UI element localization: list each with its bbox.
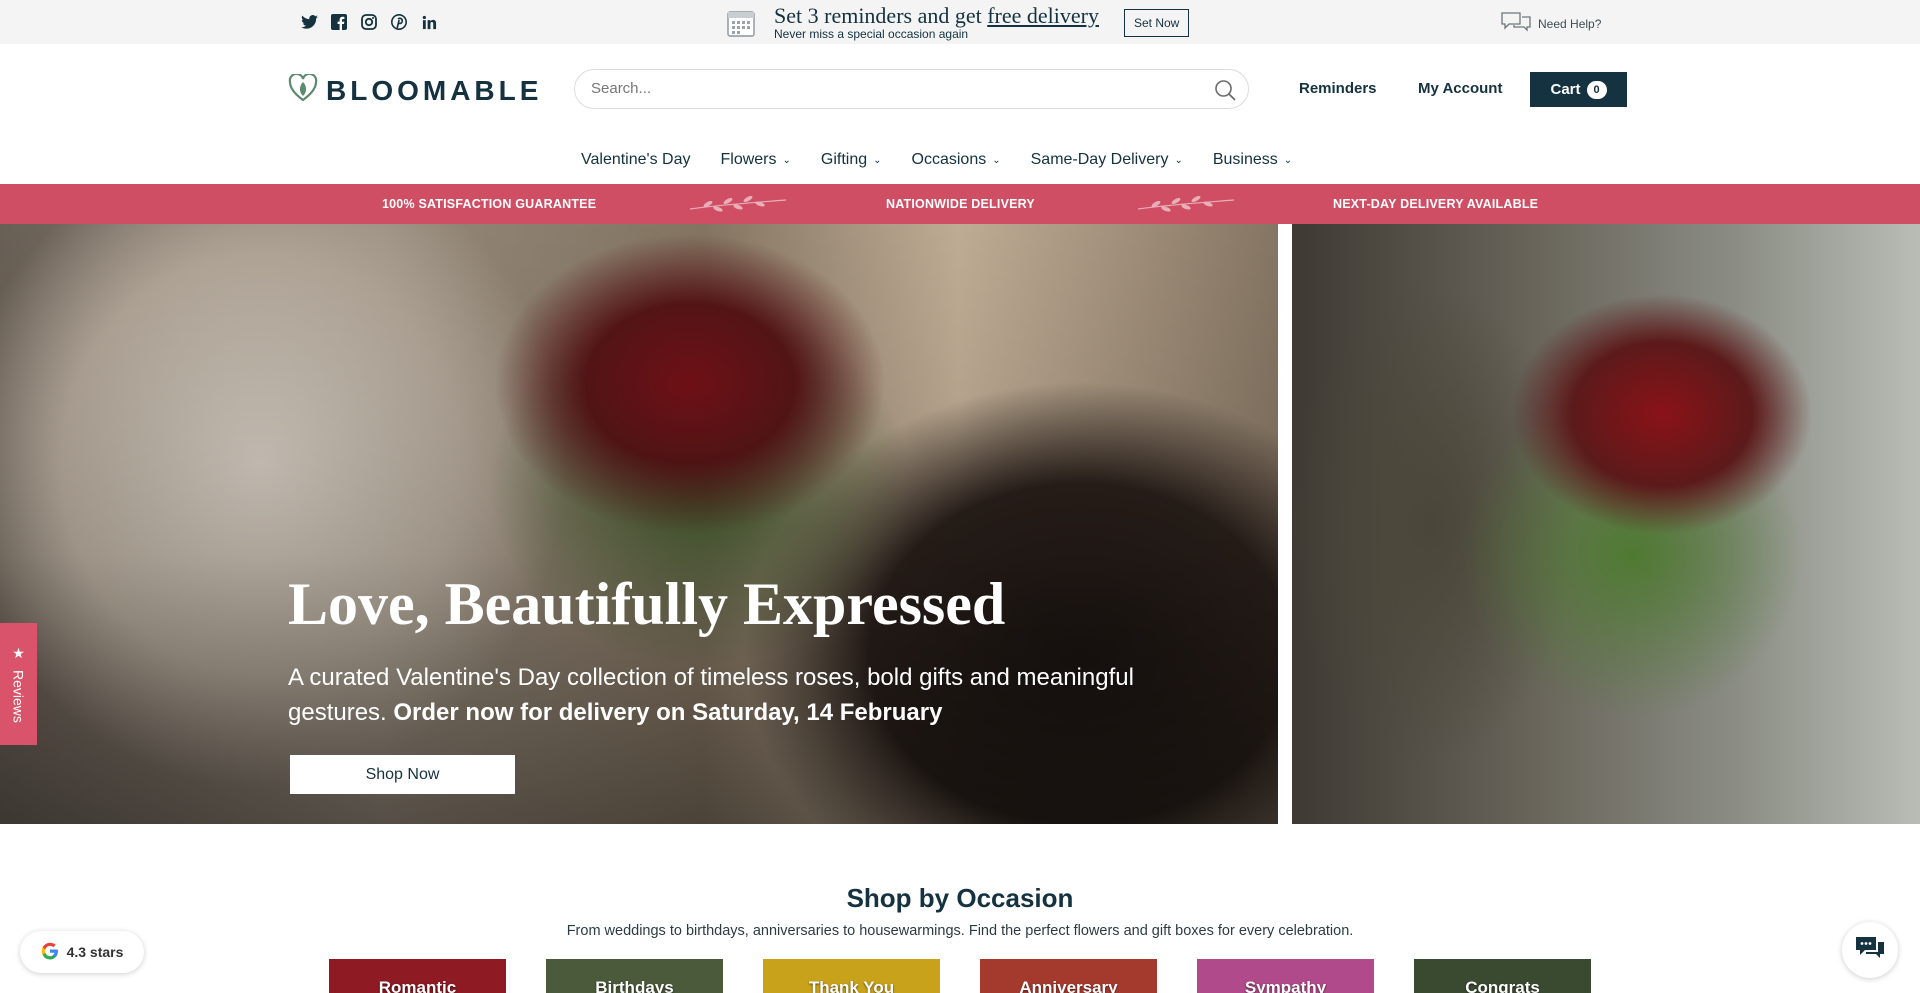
usp-next-day: NEXT-DAY DELIVERY AVAILABLE (1333, 197, 1539, 211)
google-rating-badge[interactable]: 4.3 stars (20, 931, 144, 973)
star-icon: ★ (12, 645, 25, 662)
occasion-tile-congrats[interactable]: Congrats (1414, 959, 1591, 993)
nav-business[interactable]: Business ⌄ (1213, 148, 1292, 172)
branch-decoration-icon (1136, 195, 1236, 218)
reviews-side-tab[interactable]: ★ Reviews (0, 623, 37, 745)
reviews-label: Reviews (10, 670, 27, 723)
shop-by-occasion-subtitle: From weddings to birthdays, anniversarie… (566, 923, 1354, 939)
chevron-down-icon: ⌄ (782, 154, 791, 166)
linkedin-icon[interactable] (420, 13, 438, 31)
occasion-tiles: Romantic Birthdays Thank You Anniversary… (329, 959, 1591, 993)
twitter-icon[interactable] (300, 13, 318, 31)
promo-subtext: Never miss a special occasion again (774, 27, 969, 41)
need-help-label: Need Help? (1538, 16, 1602, 31)
live-chat-button[interactable] (1842, 922, 1898, 978)
hero-title: Love, Beautifully Expressed (288, 571, 1006, 637)
nav-flowers[interactable]: Flowers ⌄ (720, 148, 790, 172)
search-input[interactable] (591, 80, 1171, 97)
free-delivery-link[interactable]: free delivery (987, 3, 1099, 28)
chat-bubbles-icon (1500, 11, 1532, 36)
shop-now-button[interactable]: Shop Now (290, 755, 515, 794)
chevron-down-icon: ⌄ (1283, 154, 1293, 166)
hero-delivery-date: Order now for delivery on Saturday, 14 F… (393, 699, 943, 726)
facebook-icon[interactable] (330, 13, 348, 31)
chevron-down-icon: ⌄ (1174, 154, 1183, 166)
nav-gifting[interactable]: Gifting ⌄ (821, 148, 882, 172)
heart-leaf-icon (288, 72, 318, 107)
occasion-tile-thank-you[interactable]: Thank You (763, 959, 940, 993)
search-icon[interactable] (1214, 79, 1236, 106)
social-links (300, 13, 438, 31)
cart-count-badge: 0 (1586, 80, 1607, 99)
my-account-link[interactable]: My Account (1418, 80, 1502, 97)
occasion-tile-sympathy[interactable]: Sympathy (1197, 959, 1374, 993)
cart-label: Cart (1550, 81, 1581, 98)
chevron-down-icon: ⌄ (873, 154, 882, 166)
hero-subtitle: A curated Valentine's Day collection of … (288, 664, 1134, 726)
occasion-tile-romantic[interactable]: Romantic (329, 959, 506, 993)
hero-image-couple-roses (0, 224, 1278, 824)
set-now-button[interactable]: Set Now (1124, 8, 1190, 37)
chevron-down-icon: ⌄ (992, 154, 1001, 166)
need-help-link[interactable]: Need Help? (1500, 11, 1601, 36)
reminders-link[interactable]: Reminders (1299, 80, 1377, 97)
search-box (574, 69, 1249, 109)
branch-decoration-icon (688, 195, 788, 218)
promo-topbar: Set 3 reminders and get free delivery Ne… (0, 0, 1920, 44)
nav-valentines-day[interactable]: Valentine's Day (581, 148, 690, 172)
rating-label: 4.3 stars (66, 944, 124, 960)
usp-strip: 100% SATISFACTION GUARANTEE NATIONWIDE D… (0, 184, 1920, 224)
instagram-icon[interactable] (360, 13, 378, 31)
promo-headline: Set 3 reminders and get free delivery (774, 3, 1099, 28)
nav-same-day-delivery[interactable]: Same-Day Delivery ⌄ (1031, 148, 1183, 172)
calendar-icon (726, 8, 756, 38)
usp-nationwide: NATIONWIDE DELIVERY (886, 197, 1035, 211)
occasion-tile-anniversary[interactable]: Anniversary (980, 959, 1157, 993)
chat-icon (1853, 934, 1887, 967)
logo-text: BLOOMABLE (326, 74, 543, 106)
pinterest-icon[interactable] (390, 13, 408, 31)
bloomable-logo[interactable]: BLOOMABLE (288, 72, 543, 107)
cart-button[interactable]: Cart 0 (1530, 72, 1627, 107)
hero-divider (1278, 224, 1292, 824)
reminder-promo: Set 3 reminders and get free delivery Ne… (726, 3, 1190, 41)
occasion-tile-birthdays[interactable]: Birthdays (546, 959, 723, 993)
nav-occasions[interactable]: Occasions ⌄ (912, 148, 1001, 172)
google-icon (41, 942, 59, 963)
shop-by-occasion-title: Shop by Occasion (846, 883, 1074, 913)
main-nav: Valentine's Day Flowers ⌄ Gifting ⌄ Occasi… (581, 148, 1322, 172)
hero-image-woman-roses (1292, 224, 1920, 824)
usp-satisfaction: 100% SATISFACTION GUARANTEE (382, 197, 597, 211)
